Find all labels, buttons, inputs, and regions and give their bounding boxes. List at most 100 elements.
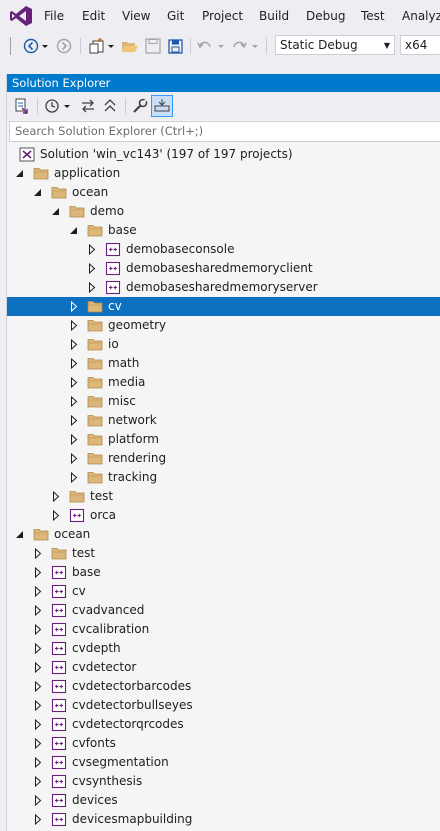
tree-project-item[interactable]: base [7, 563, 440, 582]
navigate-forward-icon[interactable] [55, 37, 73, 55]
collapsed-chevron-icon[interactable] [33, 814, 43, 825]
collapsed-chevron-icon[interactable] [33, 567, 43, 578]
open-file-icon[interactable] [121, 37, 139, 55]
tree-project-item[interactable]: devicesmapbuilding [7, 810, 440, 829]
tree-project-item[interactable]: orca [7, 506, 440, 525]
save-icon[interactable] [144, 37, 162, 55]
tree-project-item[interactable]: cvdepth [7, 639, 440, 658]
toolbar-grip[interactable] [10, 37, 11, 55]
new-project-dropdown-icon[interactable] [106, 37, 116, 55]
collapsed-chevron-icon[interactable] [69, 339, 79, 350]
tree-project-item[interactable]: cvcalibration [7, 620, 440, 639]
menu-edit[interactable]: Edit [82, 9, 105, 23]
tree-folder-item[interactable]: cv [7, 297, 440, 316]
tree-project-item[interactable]: cvdetectorbarcodes [7, 677, 440, 696]
solution-configuration-dropdown[interactable]: Static Debug ▼ [275, 35, 395, 55]
tree-folder-item[interactable]: geometry [7, 316, 440, 335]
redo-icon[interactable] [230, 37, 248, 55]
properties-wrench-icon[interactable] [131, 97, 149, 115]
collapsed-chevron-icon[interactable] [69, 377, 79, 388]
tree-project-item[interactable]: devices [7, 791, 440, 810]
collapsed-chevron-icon[interactable] [69, 415, 79, 426]
tree-project-item[interactable]: cvdetector [7, 658, 440, 677]
expanded-chevron-icon[interactable] [15, 168, 25, 179]
undo-dropdown-icon[interactable] [216, 37, 226, 55]
collapsed-chevron-icon[interactable] [87, 282, 97, 293]
menu-file[interactable]: File [44, 9, 64, 23]
tree-folder-item[interactable]: math [7, 354, 440, 373]
solution-platform-dropdown[interactable]: x64 [400, 35, 440, 55]
collapsed-chevron-icon[interactable] [69, 301, 79, 312]
collapsed-chevron-icon[interactable] [33, 795, 43, 806]
tree-project-item[interactable]: cvsynthesis [7, 772, 440, 791]
filter-dropdown-icon[interactable] [62, 97, 72, 115]
tree-folder-item[interactable]: media [7, 373, 440, 392]
tree-project-item[interactable]: cvdetectorbullseyes [7, 696, 440, 715]
expanded-chevron-icon[interactable] [33, 187, 43, 198]
solution-node[interactable]: Solution 'win_vc143' (197 of 197 project… [7, 145, 440, 164]
menu-test[interactable]: Test [361, 9, 385, 23]
collapsed-chevron-icon[interactable] [69, 453, 79, 464]
tree-folder-item[interactable]: ocean [7, 183, 440, 202]
tree-project-item[interactable]: cvadvanced [7, 601, 440, 620]
menu-build[interactable]: Build [259, 9, 289, 23]
tree-project-item[interactable]: cvsegmentation [7, 753, 440, 772]
tree-folder-item[interactable]: ocean [7, 525, 440, 544]
switch-views-icon[interactable] [13, 97, 31, 115]
collapsed-chevron-icon[interactable] [33, 776, 43, 787]
collapsed-chevron-icon[interactable] [69, 358, 79, 369]
collapsed-chevron-icon[interactable] [69, 396, 79, 407]
preview-selected-items-button[interactable] [151, 95, 173, 117]
collapsed-chevron-icon[interactable] [33, 548, 43, 559]
collapsed-chevron-icon[interactable] [87, 263, 97, 274]
visual-studio-logo-icon[interactable] [9, 5, 33, 27]
menu-project[interactable]: Project [202, 9, 243, 23]
menu-git[interactable]: Git [167, 9, 184, 23]
collapsed-chevron-icon[interactable] [33, 643, 43, 654]
collapsed-chevron-icon[interactable] [33, 662, 43, 673]
menu-debug[interactable]: Debug [306, 9, 345, 23]
tree-folder-item[interactable]: tracking [7, 468, 440, 487]
menu-view[interactable]: View [122, 9, 150, 23]
tree-folder-item[interactable]: demo [7, 202, 440, 221]
tree-project-item[interactable]: demobasesharedmemoryserver [7, 278, 440, 297]
tree-project-item[interactable]: cvdetectorqrcodes [7, 715, 440, 734]
tree-folder-item[interactable]: misc [7, 392, 440, 411]
back-dropdown-icon[interactable] [40, 37, 50, 55]
pending-changes-filter-icon[interactable] [44, 97, 62, 115]
collapsed-chevron-icon[interactable] [33, 605, 43, 616]
tree-project-item[interactable]: demobaseconsole [7, 240, 440, 259]
collapsed-chevron-icon[interactable] [87, 244, 97, 255]
tree-folder-item[interactable]: application [7, 164, 440, 183]
expanded-chevron-icon[interactable] [51, 206, 61, 217]
collapsed-chevron-icon[interactable] [33, 624, 43, 635]
collapsed-chevron-icon[interactable] [33, 757, 43, 768]
new-project-icon[interactable] [88, 37, 106, 55]
redo-dropdown-icon[interactable] [250, 37, 260, 55]
collapsed-chevron-icon[interactable] [33, 586, 43, 597]
collapsed-chevron-icon[interactable] [33, 738, 43, 749]
tree-folder-item[interactable]: test [7, 544, 440, 563]
collapse-all-icon[interactable] [101, 97, 119, 115]
tree-project-item[interactable]: cvfonts [7, 734, 440, 753]
tree-folder-item[interactable]: test [7, 487, 440, 506]
collapsed-chevron-icon[interactable] [69, 472, 79, 483]
tree-folder-item[interactable]: rendering [7, 449, 440, 468]
solution-explorer-title[interactable]: Solution Explorer [7, 74, 440, 92]
expanded-chevron-icon[interactable] [69, 225, 79, 236]
collapsed-chevron-icon[interactable] [51, 510, 61, 521]
undo-icon[interactable] [196, 37, 214, 55]
collapsed-chevron-icon[interactable] [33, 681, 43, 692]
sync-with-active-document-icon[interactable] [79, 97, 97, 115]
collapsed-chevron-icon[interactable] [69, 434, 79, 445]
search-solution-explorer-input[interactable]: Search Solution Explorer (Ctrl+;) [9, 121, 440, 142]
tree-folder-item[interactable]: io [7, 335, 440, 354]
tree-project-item[interactable]: demobasesharedmemoryclient [7, 259, 440, 278]
tree-project-item[interactable]: cv [7, 582, 440, 601]
tree-folder-item[interactable]: network [7, 411, 440, 430]
collapsed-chevron-icon[interactable] [69, 320, 79, 331]
tree-folder-item[interactable]: platform [7, 430, 440, 449]
expanded-chevron-icon[interactable] [15, 529, 25, 540]
collapsed-chevron-icon[interactable] [33, 719, 43, 730]
save-all-icon[interactable] [166, 37, 184, 55]
